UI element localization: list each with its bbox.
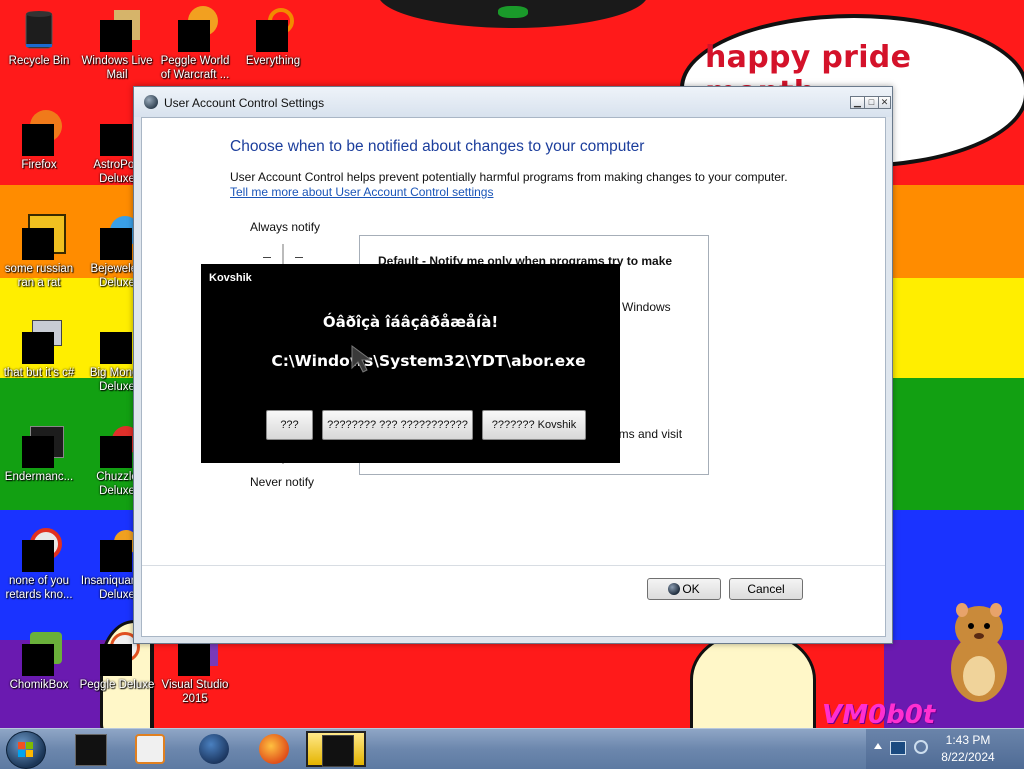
dialog-message: Óâðîçà îáâçâðåæåíà! xyxy=(322,313,499,331)
ok-button-label: OK xyxy=(682,582,700,596)
media-player-icon xyxy=(135,734,165,764)
peggle-wow-icon xyxy=(172,6,218,52)
taskbar-app-1[interactable] xyxy=(62,731,118,767)
uac-heading: Choose when to be notified about changes… xyxy=(230,138,645,155)
maximize-button[interactable]: □ xyxy=(864,96,879,109)
window-title: User Account Control Settings xyxy=(164,96,325,110)
desktop-icon-label: that but it's c# xyxy=(3,367,75,379)
windows-logo-icon xyxy=(18,742,33,757)
level-description-text: Windows xyxy=(622,300,671,314)
never-notify-label: Never notify xyxy=(250,475,315,489)
cancel-button[interactable]: Cancel xyxy=(729,578,803,600)
close-button[interactable]: ✕ xyxy=(878,96,891,109)
tray-arrow-icon[interactable] xyxy=(874,743,882,749)
desktop-icon-label: Firefox xyxy=(21,159,57,171)
desktop-icon-label: Windows Live Mail xyxy=(81,55,153,81)
minimize-button[interactable]: ▁ xyxy=(850,96,865,109)
kovshik-dialog[interactable]: Kovshik Óâðîçà îáâçâðåæåíà! C:\Windows\S… xyxy=(201,264,620,463)
dialog-button-2[interactable]: ???????? ??? ??????????? xyxy=(322,410,473,440)
start-button[interactable] xyxy=(6,731,46,769)
clock-time[interactable]: 1:43 PM xyxy=(918,733,1018,747)
slider-tick xyxy=(263,257,271,258)
dialog-file-path: C:\Windows\System32\YDT\abor.exe xyxy=(271,352,586,370)
cmd-like-icon xyxy=(75,734,107,766)
desktop-icon-label: Everything xyxy=(245,55,301,67)
windows-live-mail-icon xyxy=(94,6,140,52)
dialog-button-1[interactable]: ??? xyxy=(266,410,313,440)
desktop-icon-label: some russian ran a rat xyxy=(4,263,74,289)
firefox-icon xyxy=(259,734,289,764)
desktop-icon-label: none of you retards kno... xyxy=(5,575,73,601)
mouse-cursor-icon xyxy=(351,345,373,373)
terminal-icon xyxy=(16,422,64,468)
desktop-icon-some-russian[interactable]: some russian ran a rat xyxy=(0,214,78,290)
window-titlebar[interactable]: User Account Control Settings ▁ □ ✕ xyxy=(134,87,892,117)
taskbar-app-4[interactable] xyxy=(246,731,302,767)
desktop-icon-endermanch[interactable]: Endermanc... xyxy=(0,422,78,484)
desktop-icon-label: Recycle Bin xyxy=(8,55,70,67)
uac-shield-icon xyxy=(668,583,681,595)
desktop-icon-peggle-wow[interactable]: Peggle World of Warcraft ... xyxy=(156,6,234,82)
recycle-bin-icon xyxy=(16,6,62,52)
network-icon[interactable] xyxy=(890,741,906,755)
desktop-icon-recycle-bin[interactable]: Recycle Bin xyxy=(0,6,78,68)
taskbar-app-5-active[interactable] xyxy=(306,731,366,767)
stacked-windows-icon xyxy=(16,318,62,364)
desktop-icon-windows-live-mail[interactable]: Windows Live Mail xyxy=(78,6,156,82)
always-notify-label: Always notify xyxy=(250,220,321,234)
taskbar: 1:43 PM 8/22/2024 xyxy=(0,728,1024,769)
ok-button[interactable]: OK xyxy=(647,578,721,600)
learn-more-link[interactable]: Tell me more about User Account Control … xyxy=(230,185,493,199)
taskbar-app-3[interactable] xyxy=(186,731,242,767)
chrome-like-icon xyxy=(16,526,62,572)
active-window-icon xyxy=(322,735,354,767)
desktop-icon-that-but-csharp[interactable]: that but it's c# xyxy=(0,318,78,380)
globe-icon xyxy=(199,734,229,764)
uac-description: User Account Control helps prevent poten… xyxy=(230,170,788,184)
everything-search-icon xyxy=(250,6,296,52)
desktop-icon-none-of-you[interactable]: none of you retards kno... xyxy=(0,526,78,602)
control-panel-icon xyxy=(144,95,158,109)
dialog-button-3[interactable]: ??????? Kovshik xyxy=(482,410,586,440)
wallpaper-signature: VM0b0t xyxy=(822,700,936,730)
footer-separator xyxy=(142,565,885,566)
desktop-icon-label: Endermanc... xyxy=(4,471,74,483)
hamster-image xyxy=(951,603,1007,702)
chomikbox-icon xyxy=(16,630,62,676)
taskbar-app-2[interactable] xyxy=(122,731,178,767)
ae-app-icon xyxy=(16,214,66,260)
desktop-icon-firefox[interactable]: Firefox xyxy=(0,110,78,172)
desktop-icon-label: Peggle World of Warcraft ... xyxy=(160,55,230,81)
desktop-icon-everything[interactable]: Everything xyxy=(234,6,312,68)
slider-tick xyxy=(295,257,303,258)
desktop-icon-label: ChomikBox xyxy=(9,679,69,691)
cancel-button-label: Cancel xyxy=(747,582,785,596)
clock-date[interactable]: 8/22/2024 xyxy=(918,750,1018,764)
desktop-icon-label: Peggle Deluxe xyxy=(79,679,155,691)
dialog-title: Kovshik xyxy=(209,272,252,284)
desktop-icon-label: Visual Studio 2015 xyxy=(161,679,229,705)
firefox-icon xyxy=(16,110,62,156)
desktop-icon-chomikbox[interactable]: ChomikBox xyxy=(0,630,78,692)
